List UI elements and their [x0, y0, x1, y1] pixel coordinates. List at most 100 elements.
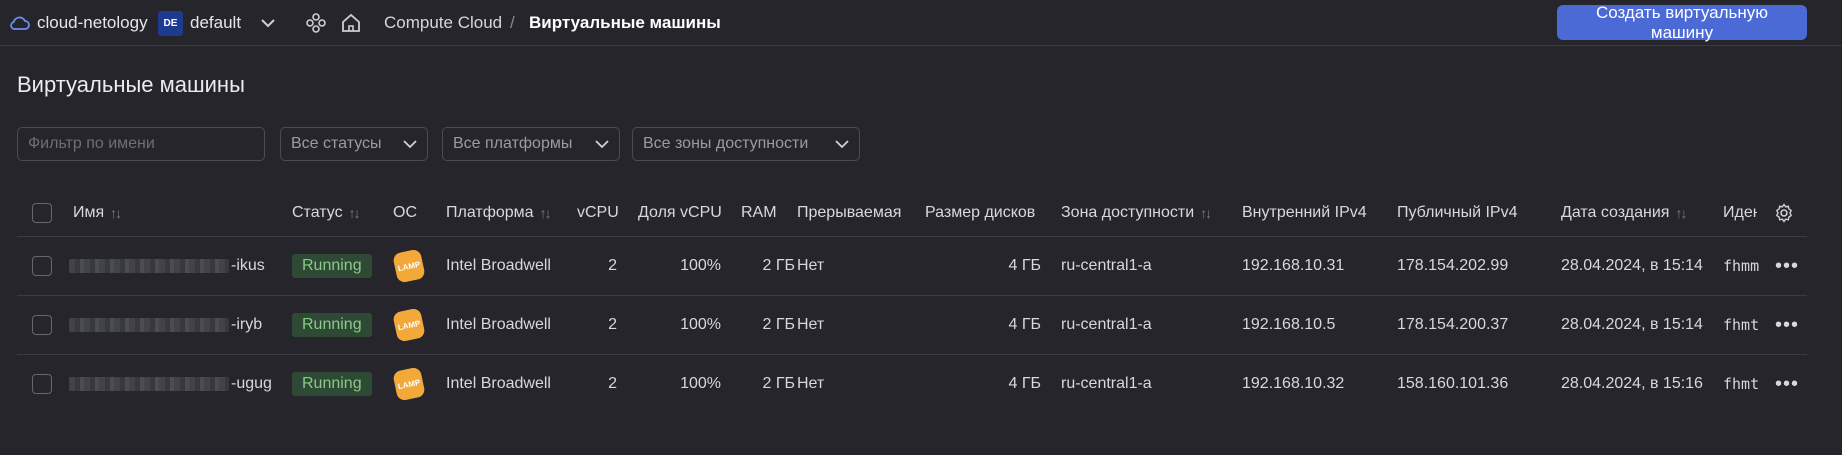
breadcrumb-separator: / — [510, 13, 515, 32]
zone-filter-value: Все зоны доступности — [643, 135, 809, 152]
preemptible: Нет — [797, 375, 825, 392]
sort-icon[interactable]: ↑↓ — [1200, 205, 1212, 221]
os-badge: LAMP — [392, 296, 426, 354]
vm-name[interactable]: -ugug — [69, 355, 272, 413]
name-filter-input[interactable] — [17, 127, 265, 161]
column-header-internal-ip: Внутренний IPv4 — [1242, 204, 1367, 221]
table-row[interactable]: -iryb Running LAMP Intel Broadwell 2 100… — [17, 295, 1807, 354]
public-ip[interactable]: 178.154.202.99 — [1397, 237, 1508, 295]
status-filter-select[interactable]: Все статусы — [280, 127, 428, 161]
column-header-name[interactable]: Имя ↑↓ — [73, 190, 122, 236]
services-icon[interactable] — [305, 0, 327, 46]
created-date: 28.04.2024, в 15:16 — [1561, 375, 1703, 392]
vm-name[interactable]: -ikus — [69, 237, 265, 295]
disk-size: 4 ГБ — [1008, 257, 1041, 274]
platform: Intel Broadwell — [446, 375, 551, 392]
preemptible: Нет — [797, 316, 825, 333]
chevron-down-icon — [835, 137, 849, 151]
folder-name[interactable]: default — [190, 0, 241, 46]
column-header-os: ОС — [393, 204, 417, 221]
preemptible: Нет — [797, 257, 825, 274]
vm-name[interactable]: -iryb — [69, 296, 262, 354]
zone: ru-central1-a — [1061, 257, 1152, 274]
zone: ru-central1-a — [1061, 375, 1152, 392]
column-header-platform[interactable]: Платформа ↑↓ — [446, 190, 552, 236]
platform: Intel Broadwell — [446, 316, 551, 333]
row-checkbox[interactable] — [32, 315, 52, 335]
public-ip[interactable]: 158.160.101.36 — [1397, 355, 1508, 413]
created-date: 28.04.2024, в 15:14 — [1561, 257, 1703, 274]
row-checkbox[interactable] — [32, 374, 52, 394]
top-bar: cloud-netology DE default Compute Cloud … — [0, 0, 1842, 46]
lamp-icon: LAMP — [392, 366, 426, 402]
column-header-public-ip: Публичный IPv4 — [1397, 204, 1518, 221]
column-header-id: Иден — [1723, 204, 1757, 221]
internal-ip[interactable]: 192.168.10.32 — [1242, 355, 1344, 413]
status-badge: Running — [292, 237, 372, 295]
vm-id[interactable]: fhmt — [1723, 296, 1759, 354]
vcpu-share: 100% — [680, 316, 721, 333]
ram: 2 ГБ — [762, 257, 795, 274]
create-vm-button[interactable]: Создать виртуальную машину — [1557, 3, 1807, 42]
chevron-down-icon — [403, 137, 417, 151]
select-all-checkbox[interactable] — [32, 203, 52, 223]
gear-icon[interactable] — [1774, 190, 1794, 236]
folder-selector[interactable]: DE — [158, 0, 183, 46]
os-badge: LAMP — [392, 237, 426, 295]
ram: 2 ГБ — [762, 375, 795, 392]
column-header-status[interactable]: Статус ↑↓ — [292, 190, 361, 236]
vcpu-share: 100% — [680, 375, 721, 392]
internal-ip[interactable]: 192.168.10.31 — [1242, 237, 1344, 295]
page-title: Виртуальные машины — [17, 72, 245, 97]
public-ip[interactable]: 178.154.200.37 — [1397, 296, 1508, 354]
column-header-ram: RAM — [741, 204, 777, 221]
vcpu: 2 — [608, 257, 617, 274]
vm-id[interactable]: fhmm — [1723, 237, 1759, 295]
os-badge: LAMP — [392, 355, 426, 413]
status-filter-value: Все статусы — [291, 135, 382, 152]
table-row[interactable]: -ugug Running LAMP Intel Broadwell 2 100… — [17, 354, 1807, 413]
breadcrumb-service[interactable]: Compute Cloud — [384, 0, 502, 46]
redacted-name — [69, 318, 229, 332]
more-icon[interactable]: ••• — [1775, 296, 1799, 354]
cloud-icon[interactable] — [8, 0, 30, 46]
chevron-down-icon[interactable] — [260, 0, 276, 46]
redacted-name — [69, 377, 229, 391]
internal-ip[interactable]: 192.168.10.5 — [1242, 296, 1335, 354]
ram: 2 ГБ — [762, 316, 795, 333]
status-badge: Running — [292, 296, 372, 354]
more-icon[interactable]: ••• — [1775, 355, 1799, 413]
redacted-name — [69, 259, 229, 273]
vcpu-share: 100% — [680, 257, 721, 274]
column-header-zone[interactable]: Зона доступности ↑↓ — [1061, 190, 1212, 236]
zone: ru-central1-a — [1061, 316, 1152, 333]
disk-size: 4 ГБ — [1008, 375, 1041, 392]
row-checkbox[interactable] — [32, 256, 52, 276]
column-header-disk-size: Размер дисков — [925, 204, 1036, 221]
table-row[interactable]: -ikus Running LAMP Intel Broadwell 2 100… — [17, 236, 1807, 295]
chevron-down-icon — [595, 137, 609, 151]
platform-filter-value: Все платформы — [453, 135, 573, 152]
more-icon[interactable]: ••• — [1775, 237, 1799, 295]
status-badge: Running — [292, 355, 372, 413]
vm-id[interactable]: fhmt — [1723, 355, 1759, 413]
sort-icon[interactable]: ↑↓ — [540, 205, 552, 221]
cloud-name[interactable]: cloud-netology — [37, 0, 148, 46]
created-date: 28.04.2024, в 15:14 — [1561, 316, 1703, 333]
column-header-vcpu-share: Доля vCPU — [638, 204, 722, 221]
column-header-created[interactable]: Дата создания ↑↓ — [1561, 190, 1687, 236]
lamp-icon: LAMP — [392, 307, 426, 343]
folder-badge: DE — [158, 10, 183, 36]
sort-icon[interactable]: ↑↓ — [349, 205, 361, 221]
sort-icon[interactable]: ↑↓ — [110, 205, 122, 221]
table-header: Имя ↑↓ Статус ↑↓ ОС Платформа ↑↓ vCPU Доля … — [0, 190, 1842, 236]
zone-filter-select[interactable]: Все зоны доступности — [632, 127, 860, 161]
platform: Intel Broadwell — [446, 257, 551, 274]
sort-icon[interactable]: ↑↓ — [1675, 205, 1687, 221]
breadcrumb-current: Виртуальные машины — [529, 13, 721, 32]
home-icon[interactable] — [340, 0, 362, 46]
vcpu: 2 — [608, 316, 617, 333]
lamp-icon: LAMP — [392, 248, 426, 284]
column-header-vcpu: vCPU — [577, 204, 619, 221]
platform-filter-select[interactable]: Все платформы — [442, 127, 620, 161]
